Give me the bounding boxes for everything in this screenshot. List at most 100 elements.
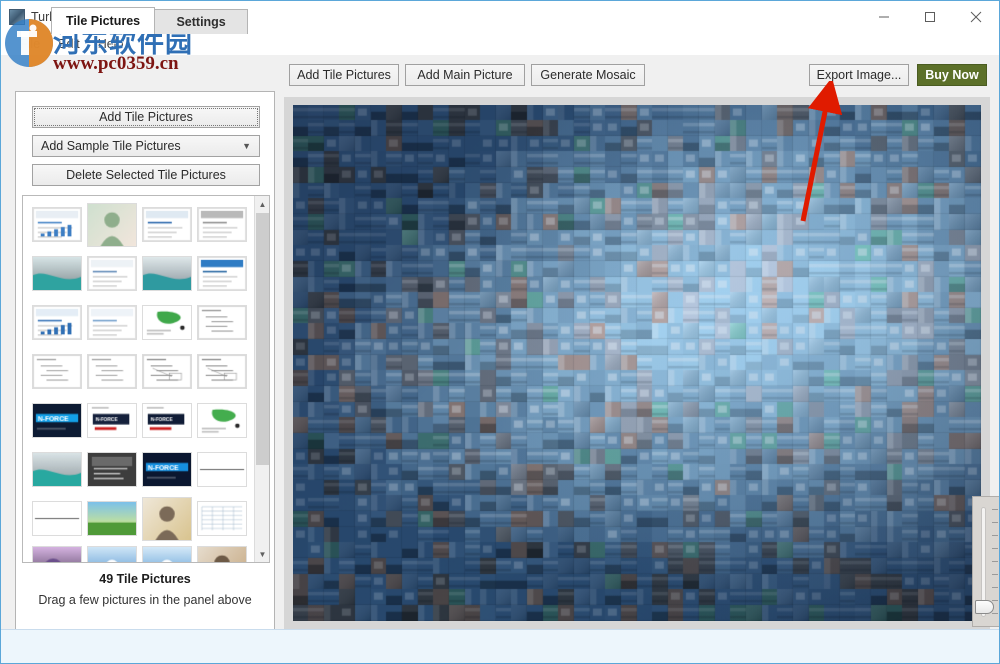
tile-thumbnail-image — [142, 256, 192, 291]
add-sample-tile-pictures-value: Add Sample Tile Pictures — [41, 139, 181, 153]
tile-thumbnail-image — [87, 501, 137, 536]
add-tile-pictures-button[interactable]: Add Tile Pictures — [289, 64, 399, 86]
tile-thumbnail[interactable] — [84, 396, 139, 445]
tile-thumbnail-image — [32, 403, 82, 438]
zoom-slider[interactable] — [972, 496, 1000, 627]
status-bar — [1, 629, 999, 663]
tile-thumbnail-image — [142, 546, 192, 564]
zoom-slider-tick — [992, 587, 998, 588]
menu-item-help[interactable]: Help — [89, 35, 133, 53]
tile-thumbnail[interactable] — [139, 298, 194, 347]
zoom-slider-tick — [992, 535, 998, 536]
export-image-button[interactable]: Export Image... — [809, 64, 909, 86]
maximize-icon[interactable] — [907, 1, 953, 33]
tile-thumbnail[interactable] — [84, 200, 139, 249]
menu-item-edit[interactable]: Edit — [49, 35, 89, 53]
tile-thumbnail[interactable] — [29, 347, 84, 396]
chevron-down-icon[interactable]: ▼ — [255, 546, 270, 562]
tile-thumbnail[interactable] — [194, 543, 249, 563]
tile-thumbnail[interactable] — [194, 298, 249, 347]
tile-thumbnail[interactable] — [29, 396, 84, 445]
tile-thumbnail[interactable] — [29, 543, 84, 563]
zoom-slider-tick — [992, 548, 998, 549]
tile-thumbnail-image — [197, 256, 247, 291]
drag-hint-label: Drag a few pictures in the panel above — [16, 593, 274, 607]
zoom-slider-tick — [992, 600, 998, 601]
mosaic-image-frame[interactable] — [293, 105, 981, 621]
tile-thumbnail[interactable] — [29, 494, 84, 543]
tile-thumbnail[interactable] — [29, 298, 84, 347]
tile-thumbnail-image — [87, 546, 137, 564]
tile-thumbnail[interactable] — [139, 396, 194, 445]
tile-thumbnail[interactable] — [139, 200, 194, 249]
tile-thumbnail-image — [87, 256, 137, 291]
tile-thumbnail[interactable] — [84, 494, 139, 543]
window-controls — [861, 1, 999, 33]
tile-thumbnail-image — [142, 305, 192, 340]
tile-thumbnail-image — [197, 501, 247, 536]
tab-settings[interactable]: Settings — [154, 9, 248, 34]
tile-thumbnail-image — [197, 403, 247, 438]
tile-thumbnail[interactable] — [84, 543, 139, 563]
tile-thumbnail[interactable] — [84, 445, 139, 494]
app-icon — [9, 9, 25, 25]
scrollbar-thumb[interactable] — [256, 213, 269, 465]
tile-thumbnail[interactable] — [139, 543, 194, 563]
tile-thumbnail[interactable] — [194, 396, 249, 445]
tile-thumbnail[interactable] — [139, 347, 194, 396]
tile-thumbnail[interactable] — [84, 298, 139, 347]
tile-thumbnail-image — [142, 354, 192, 389]
tab-tile-pictures-label: Tile Pictures — [66, 14, 140, 28]
tile-list-scrollbar[interactable]: ▲ ▼ — [254, 196, 269, 562]
minimize-icon[interactable] — [861, 1, 907, 33]
chevron-up-icon[interactable]: ▲ — [255, 196, 270, 212]
mosaic-image[interactable] — [293, 105, 981, 621]
tile-thumbnail[interactable] — [139, 445, 194, 494]
tile-thumbnail[interactable] — [29, 200, 84, 249]
tile-thumbnail[interactable] — [84, 249, 139, 298]
delete-selected-tile-pictures-button[interactable]: Delete Selected Tile Pictures — [32, 164, 260, 186]
menu-item-file[interactable]: File — [11, 35, 49, 53]
zoom-slider-ticks — [992, 509, 998, 615]
tile-thumbnail-image — [197, 305, 247, 340]
tile-thumbnail[interactable] — [194, 249, 249, 298]
tile-thumbnail[interactable] — [194, 494, 249, 543]
application-window: TurboMosaic - Untitled* File Edit Help T… — [0, 0, 1000, 664]
tile-thumbnail-image — [142, 403, 192, 438]
tile-thumbnail-image — [32, 452, 82, 487]
tile-thumbnail-image — [87, 203, 137, 247]
tile-thumbnail-image — [197, 354, 247, 389]
tile-pictures-panel: Add Tile Pictures Add Sample Tile Pictur… — [15, 91, 275, 634]
tile-thumbnail[interactable] — [139, 494, 194, 543]
tile-thumbnail-image — [32, 546, 82, 564]
tile-thumbnail-image — [87, 403, 137, 438]
close-icon[interactable] — [953, 1, 999, 33]
tile-thumbnail[interactable] — [194, 445, 249, 494]
tile-thumbnail[interactable] — [29, 249, 84, 298]
buy-now-button[interactable]: Buy Now — [917, 64, 987, 86]
panel-add-tile-pictures-button[interactable]: Add Tile Pictures — [32, 106, 260, 128]
tab-tile-pictures[interactable]: Tile Pictures — [51, 7, 155, 34]
mosaic-preview-area[interactable] — [284, 97, 990, 634]
add-main-picture-button[interactable]: Add Main Picture — [405, 64, 525, 86]
generate-mosaic-button[interactable]: Generate Mosaic — [531, 64, 645, 86]
tile-thumbnail[interactable] — [84, 347, 139, 396]
tile-thumbnail-image — [32, 305, 82, 340]
zoom-slider-tick — [992, 561, 998, 562]
tile-thumbnail-image — [142, 452, 192, 487]
tile-thumbnail[interactable] — [194, 347, 249, 396]
tile-thumbnail-image — [87, 305, 137, 340]
zoom-slider-handle[interactable] — [975, 600, 994, 614]
tile-thumbnail[interactable] — [29, 445, 84, 494]
zoom-slider-tick — [992, 522, 998, 523]
tile-thumbnail-image — [32, 354, 82, 389]
add-sample-tile-pictures-dropdown[interactable]: Add Sample Tile Pictures ▼ — [32, 135, 260, 157]
tile-thumbnail-image — [142, 497, 192, 541]
tile-thumbnail-list[interactable]: ▲ ▼ — [22, 195, 270, 563]
tile-thumbnail[interactable] — [194, 200, 249, 249]
tile-thumbnail-image — [197, 546, 247, 564]
tile-thumbnail-image — [87, 354, 137, 389]
tab-settings-label: Settings — [176, 15, 225, 29]
tile-thumbnail-grid — [23, 196, 255, 562]
tile-thumbnail[interactable] — [139, 249, 194, 298]
